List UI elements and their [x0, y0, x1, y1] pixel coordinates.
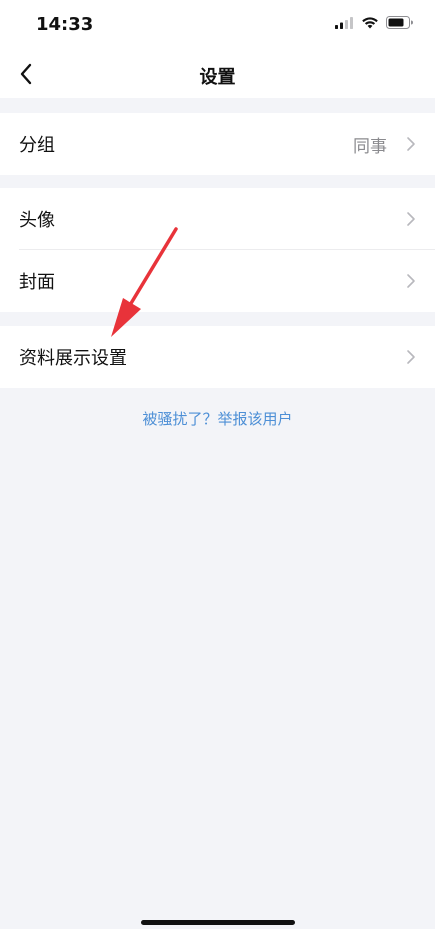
row-value: 同事: [353, 136, 387, 157]
chevron-right-icon: [407, 274, 415, 288]
battery-icon: [386, 16, 413, 29]
page-title: 设置: [199, 67, 236, 88]
wifi-icon: [362, 17, 378, 29]
chevron-right-icon: [407, 350, 415, 364]
status-bar: 14:33: [0, 0, 435, 50]
row-group[interactable]: 分组 同事: [0, 113, 435, 175]
row-avatar[interactable]: 头像: [0, 188, 435, 250]
settings-group-2: 头像 封面: [0, 188, 435, 312]
row-label: 头像: [19, 210, 55, 231]
chevron-right-icon: [407, 137, 415, 151]
row-label: 资料展示设置: [19, 348, 127, 369]
settings-group-3: 资料展示设置: [0, 326, 435, 388]
signal-icon: [335, 16, 353, 29]
status-time: 14:33: [36, 14, 94, 35]
status-icons: [335, 16, 413, 29]
row-label: 分组: [19, 135, 55, 156]
row-cover[interactable]: 封面: [0, 250, 435, 312]
home-indicator: [141, 920, 295, 925]
report-user-link[interactable]: 被骚扰了？举报该用户: [0, 408, 435, 429]
chevron-right-icon: [407, 212, 415, 226]
row-profile-display-settings[interactable]: 资料展示设置: [0, 326, 435, 388]
nav-bar: 设置: [0, 50, 435, 98]
settings-group-1: 分组 同事: [0, 113, 435, 175]
row-label: 封面: [19, 272, 55, 293]
